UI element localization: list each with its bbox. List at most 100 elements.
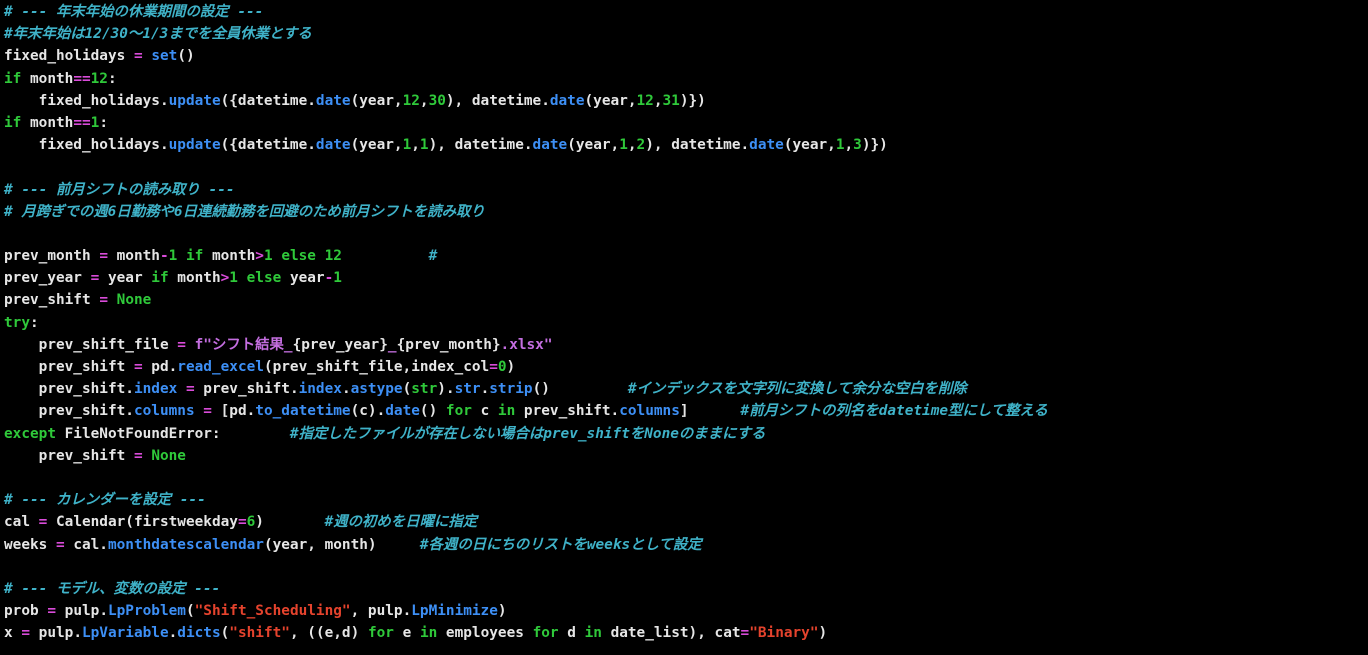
code-line[interactable]: cal = Calendar(firstweekday=6) #週の初めを日曜に… [4, 511, 1048, 533]
code-line[interactable]: x = pulp.LpVariable.dicts("shift", ((e,d… [4, 622, 1048, 644]
code-text: prev_shift [4, 292, 100, 309]
code-line[interactable]: # --- 前月シフトの読み取り --- [4, 179, 1048, 201]
code-text: ( [220, 625, 230, 642]
code-text: employees [437, 625, 533, 642]
code-number: 1 [402, 137, 412, 154]
code-string: "Shift_Scheduling" [194, 603, 351, 620]
code-keyword: in [584, 625, 602, 642]
code-fstring: .xlsx" [500, 336, 553, 353]
code-text: (year, [584, 92, 637, 109]
code-text: , [627, 137, 637, 154]
code-line[interactable]: prob = pulp.LpProblem("Shift_Scheduling"… [4, 600, 1048, 622]
code-line[interactable]: prev_shift = None [4, 289, 1048, 311]
code-line[interactable] [4, 467, 1048, 489]
code-keyword: None [151, 447, 186, 464]
code-line[interactable]: prev_shift.columns = [pd.to_datetime(c).… [4, 400, 1048, 422]
code-line[interactable] [4, 156, 1048, 178]
code-text: ({datetime. [220, 92, 316, 109]
code-number: 1 [263, 248, 273, 265]
code-line[interactable]: if month==1: [4, 112, 1048, 134]
code-operator: = [133, 447, 143, 464]
code-operator: = [90, 270, 100, 287]
code-function: index [298, 381, 342, 398]
code-function: dicts [177, 625, 221, 642]
code-text: (year, month) [263, 536, 420, 553]
code-line[interactable]: prev_shift = None [4, 445, 1048, 467]
code-lines[interactable]: # --- 年末年始の休業期間の設定 --- #年末年始は12/30～1/3までを… [4, 1, 1048, 644]
code-operator: = [133, 48, 143, 65]
code-text: prev_shift. [194, 381, 299, 398]
code-function: date [749, 137, 784, 154]
code-line[interactable]: # --- カレンダーを設定 --- [4, 489, 1048, 511]
code-line[interactable]: except FileNotFoundError: #指定したファイルが存在しな… [4, 423, 1048, 445]
code-number: 3 [853, 137, 862, 154]
code-line[interactable]: # --- 年末年始の休業期間の設定 --- [4, 1, 1048, 23]
code-line[interactable]: try: [4, 312, 1048, 334]
code-line[interactable]: weeks = cal.monthdatescalendar(year, mon… [4, 534, 1048, 556]
code-text: ({datetime. [220, 137, 316, 154]
code-string: "Binary" [749, 625, 819, 642]
code-text: year [281, 270, 325, 287]
code-text: ), datetime. [428, 137, 533, 154]
code-text: [pd. [211, 403, 256, 420]
code-comment: #指定したファイルが存在しない場合はprev_shiftをNoneのままにする [289, 425, 766, 442]
code-text: : [30, 314, 39, 331]
code-text: prob [4, 603, 48, 620]
code-text: prev_shift. [515, 403, 620, 420]
code-operator: = [99, 292, 108, 309]
code-line[interactable]: if month==12: [4, 68, 1048, 90]
code-text: prev_shift_file [4, 336, 178, 353]
code-operator: == [73, 70, 91, 87]
code-function: columns [133, 403, 195, 420]
code-text: FileNotFoundError: [55, 425, 290, 442]
code-text: ), datetime. [445, 92, 550, 109]
code-text: x [4, 625, 22, 642]
code-line[interactable] [4, 556, 1048, 578]
code-comment: # --- モデル、変数の設定 --- [4, 580, 221, 597]
code-comment: # --- 年末年始の休業期間の設定 --- [4, 4, 264, 20]
code-line[interactable]: fixed_holidays.update({datetime.date(yea… [4, 134, 1048, 156]
code-function: date [385, 403, 420, 420]
code-line[interactable]: #年末年始は12/30～1/3までを全員休業とする [4, 23, 1048, 45]
code-keyword: for [445, 403, 472, 420]
code-operator: = [55, 536, 65, 553]
code-keyword: for [367, 625, 394, 642]
code-text: , [419, 92, 429, 109]
code-function: date [549, 92, 585, 109]
code-line[interactable]: fixed_holidays.update({datetime.date(yea… [4, 90, 1048, 112]
code-text: . [480, 381, 490, 398]
code-line[interactable]: prev_shift.index = prev_shift.index.asty… [4, 378, 1048, 400]
code-keyword: if [4, 70, 22, 87]
code-keyword: None [116, 292, 152, 309]
code-line[interactable]: fixed_holidays = set() [4, 45, 1048, 67]
code-line[interactable]: prev_year = year if month>1 else year-1 [4, 267, 1048, 289]
code-operator: = [489, 359, 498, 375]
code-line[interactable]: prev_shift = pd.read_excel(prev_shift_fi… [4, 356, 1048, 378]
code-number: 12 [402, 92, 420, 109]
code-comment: #週の初めを日曜に指定 [324, 514, 478, 531]
code-operator: = [177, 336, 186, 353]
code-line[interactable]: # 月跨ぎでの週6日勤務や6日連続勤務を回避のため前月シフトを読み取り [4, 201, 1048, 223]
code-line[interactable]: prev_shift_file = f"シフト結果_{prev_year}_{p… [4, 334, 1048, 356]
code-text: (year, [567, 137, 620, 154]
code-text: () [177, 48, 195, 65]
code-text: prev_shift. [4, 403, 134, 420]
code-editor[interactable]: # --- 年末年始の休業期間の設定 --- #年末年始は12/30～1/3までを… [0, 0, 1368, 655]
code-number: 12 [90, 70, 108, 87]
code-text: ) [255, 514, 325, 531]
code-function: monthdatescalendar [107, 536, 264, 553]
code-operator: = [133, 359, 143, 375]
code-text: fixed_holidays [4, 48, 134, 65]
code-text: month [21, 70, 74, 87]
code-function: set [151, 48, 178, 65]
code-text: , ((e,d) [289, 625, 368, 642]
code-line[interactable]: # --- モデル、変数の設定 --- [4, 578, 1048, 600]
code-text: {prev_month} [396, 336, 501, 353]
code-text: month [203, 248, 256, 265]
code-line[interactable]: prev_month = month-1 if month>1 else 12 … [4, 245, 1048, 267]
code-function: date [315, 92, 351, 109]
code-line[interactable] [4, 223, 1048, 245]
